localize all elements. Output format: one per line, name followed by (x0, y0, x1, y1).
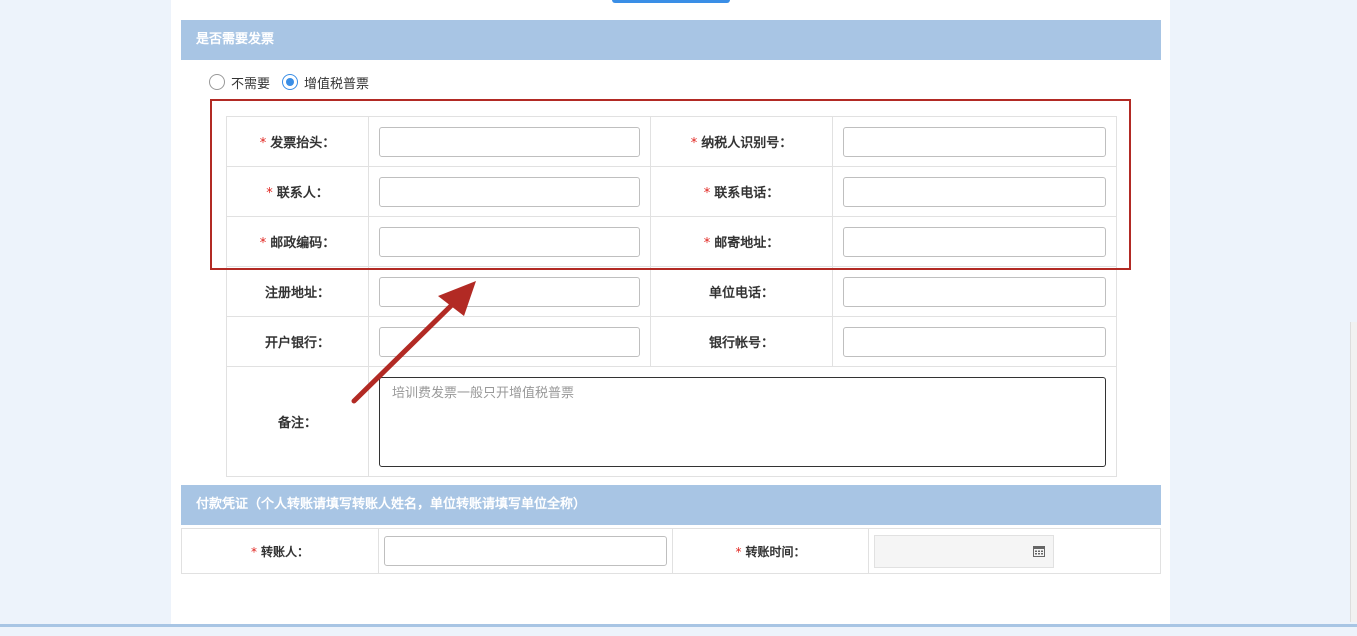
table-row: 备注： 培训费发票一般只开增值税普票 (226, 366, 1117, 477)
postal-code-input[interactable] (379, 226, 640, 257)
contact-phone-label: * 联系电话： (650, 166, 833, 217)
input-cell (832, 116, 1117, 167)
payment-section-title: 付款凭证（个人转账请填写转账人姓名，单位转账请填写单位全称） (196, 497, 587, 512)
payment-section-header: 付款凭证（个人转账请填写转账人姓名，单位转账请填写单位全称） (181, 485, 1161, 525)
required-mark: * (703, 236, 711, 251)
registered-address-label: 注册地址： (226, 266, 369, 317)
invoice-section-title: 是否需要发票 (196, 32, 275, 47)
input-cell (868, 528, 1161, 574)
scrollbar-thumb[interactable] (1350, 322, 1357, 622)
table-row: 开户银行： 银行帐号： (226, 316, 1117, 367)
transfer-time-label: * 转账时间： (672, 528, 869, 574)
calendar-icon[interactable] (1033, 545, 1045, 557)
label-text: 发票抬头： (270, 136, 336, 151)
invoice-section-header: 是否需要发票 (181, 20, 1161, 60)
payer-input[interactable] (384, 536, 667, 566)
label-text: 联系人： (276, 186, 329, 201)
required-mark: * (250, 544, 257, 559)
invoice-title-label: * 发票抬头： (226, 116, 369, 167)
registered-address-input[interactable] (379, 276, 640, 307)
payment-form-table: * 转账人： * 转账时间： (181, 528, 1161, 574)
invoice-form-table: * 发票抬头： * 纳税人识别号： * 联系人： * 联系电话： * 邮政编码： * 邮寄地… (226, 116, 1117, 477)
bank-account-input[interactable] (843, 326, 1106, 357)
transfer-time-input[interactable] (874, 534, 1054, 568)
company-phone-label: 单位电话： (650, 266, 833, 317)
table-row: * 转账人： * 转账时间： (181, 528, 1161, 574)
remark-cell: 培训费发票一般只开增值税普票 (368, 366, 1117, 477)
input-cell (832, 216, 1117, 267)
input-cell (832, 266, 1117, 317)
label-text: 转账时间： (745, 544, 806, 559)
input-cell (378, 528, 673, 574)
radio-no-invoice-label[interactable]: 不需要 (231, 73, 270, 92)
input-cell (832, 316, 1117, 367)
required-mark: * (690, 136, 698, 151)
remark-textarea[interactable]: 培训费发票一般只开增值税普票 (379, 376, 1106, 467)
remark-label: 备注： (226, 366, 369, 477)
required-mark: * (735, 544, 742, 559)
table-row: 注册地址： 单位电话： (226, 266, 1117, 317)
table-row: * 发票抬头： * 纳税人识别号： (226, 116, 1117, 167)
label-text: 转账人： (260, 544, 309, 559)
table-row: * 联系人： * 联系电话： (226, 166, 1117, 217)
label-text: 邮寄地址： (714, 236, 780, 251)
table-row: * 邮政编码： * 邮寄地址： (226, 216, 1117, 267)
input-cell (832, 166, 1117, 217)
required-mark: * (259, 136, 267, 151)
required-mark: * (703, 186, 711, 201)
label-text: 邮政编码： (270, 236, 336, 251)
input-cell (368, 116, 651, 167)
taxpayer-id-input[interactable] (843, 126, 1106, 157)
input-cell (368, 166, 651, 217)
label-text: 联系电话： (714, 186, 780, 201)
label-text: 纳税人识别号： (701, 136, 793, 151)
required-mark: * (259, 236, 267, 251)
contact-label: * 联系人： (226, 166, 369, 217)
taxpayer-id-label: * 纳税人识别号： (650, 116, 833, 167)
postal-code-label: * 邮政编码： (226, 216, 369, 267)
radio-vat-invoice-label[interactable]: 增值税普票 (304, 73, 369, 92)
bottom-divider (0, 624, 1357, 627)
bank-label: 开户银行： (226, 316, 369, 367)
bank-input[interactable] (379, 326, 640, 357)
mailing-address-input[interactable] (843, 226, 1106, 257)
required-mark: * (266, 186, 273, 201)
mailing-address-label: * 邮寄地址： (650, 216, 833, 267)
contact-input[interactable] (379, 176, 640, 207)
radio-vat-invoice[interactable] (282, 74, 299, 90)
contact-phone-input[interactable] (843, 176, 1106, 207)
input-cell (368, 266, 651, 317)
input-cell (368, 316, 651, 367)
radio-no-invoice[interactable] (209, 74, 225, 90)
invoice-radio-group: 不需要 增值税普票 (209, 72, 381, 92)
payer-label: * 转账人： (181, 528, 379, 574)
company-phone-input[interactable] (843, 276, 1106, 307)
input-cell (368, 216, 651, 267)
top-submit-button[interactable] (612, 0, 730, 3)
bank-account-label: 银行帐号： (650, 316, 833, 367)
invoice-title-input[interactable] (379, 126, 640, 157)
